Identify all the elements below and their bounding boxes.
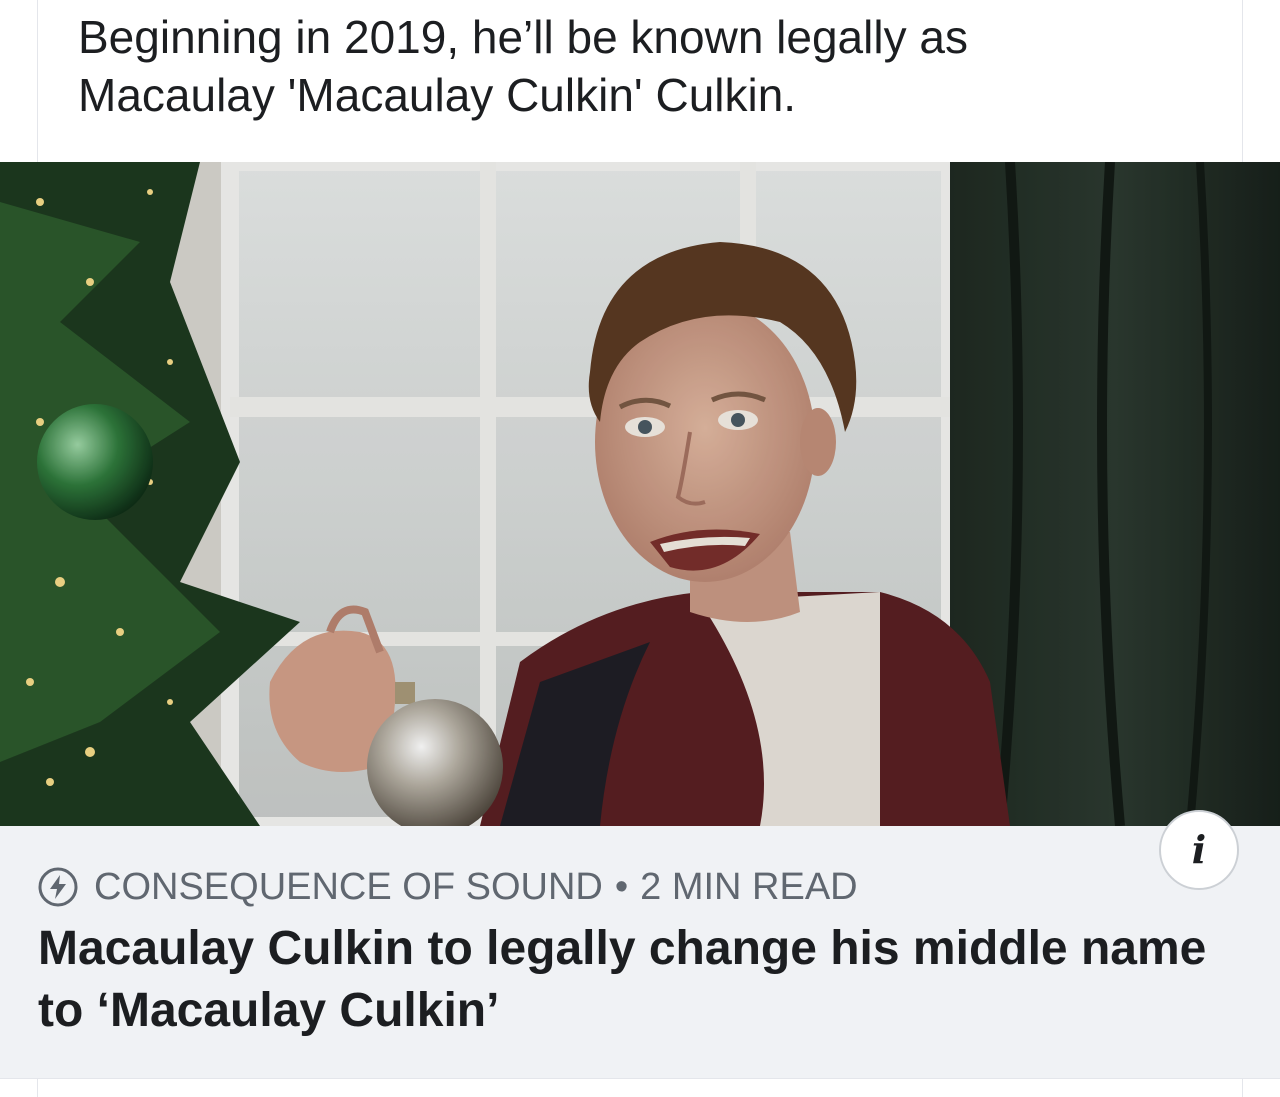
article-read-time: 2 MIN READ — [640, 865, 858, 908]
article-source[interactable]: CONSEQUENCE OF SOUND — [94, 866, 603, 909]
info-icon: i — [1191, 827, 1207, 872]
amp-lightning-icon — [38, 867, 78, 907]
article-headline[interactable]: Macaulay Culkin to legally change his mi… — [38, 918, 1218, 1042]
post-text: Beginning in 2019, he’ll be known legall… — [78, 8, 1228, 124]
info-button[interactable]: i — [1159, 810, 1239, 890]
bottom-divider — [0, 1078, 1280, 1079]
article-photo — [0, 162, 1280, 826]
post-text-line-1: Beginning in 2019, he’ll be known legall… — [78, 11, 968, 63]
link-preview-card[interactable]: i CONSEQUENCE OF SOUND • 2 MIN READ Maca… — [0, 162, 1280, 1078]
post-text-line-2: Macaulay 'Macaulay Culkin' Culkin. — [78, 69, 797, 121]
meta-separator: • — [614, 865, 629, 908]
article-image[interactable] — [0, 162, 1280, 826]
article-meta: CONSEQUENCE OF SOUND • 2 MIN READ — [38, 862, 858, 912]
facebook-post: Beginning in 2019, he’ll be known legall… — [0, 0, 1280, 1097]
